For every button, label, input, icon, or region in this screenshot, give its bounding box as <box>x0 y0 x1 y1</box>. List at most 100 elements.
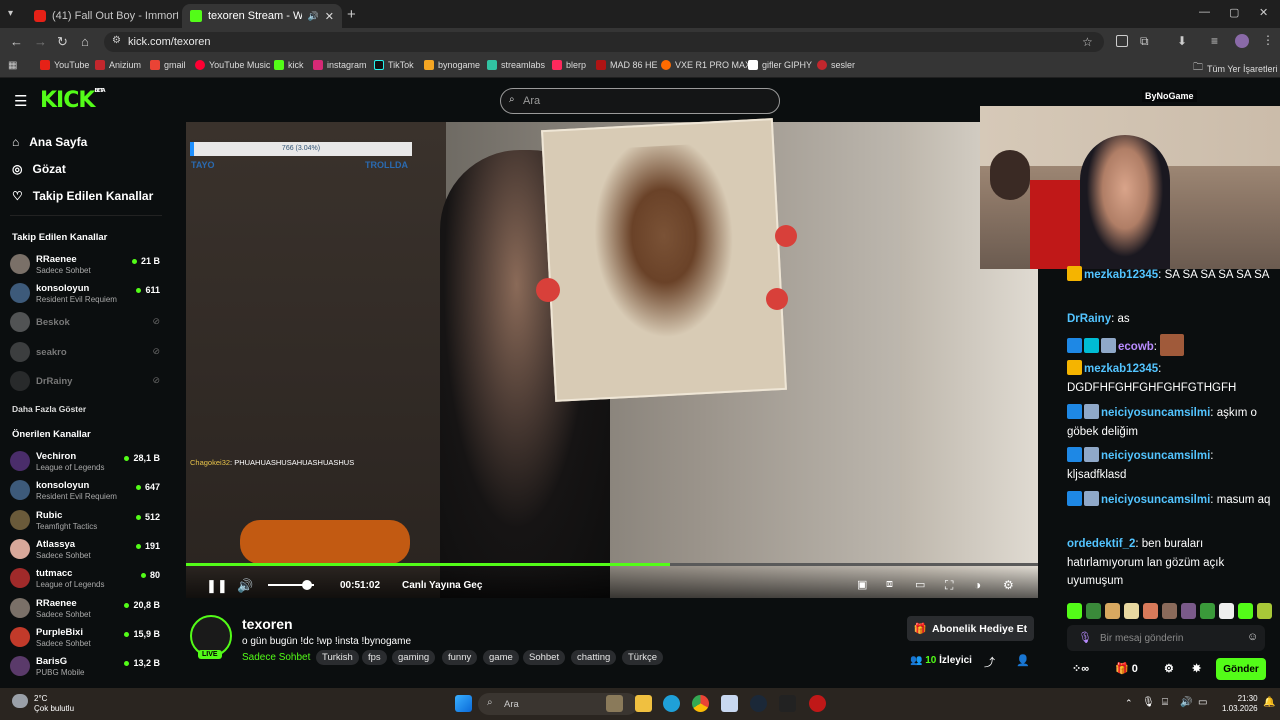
bookmark-youtube-music[interactable]: YouTube Music <box>195 60 270 70</box>
followed-channel[interactable]: DrRainy ⊘ <box>10 369 160 395</box>
bookmark-star-icon[interactable]: ☆ <box>1082 35 1093 49</box>
weather-icon[interactable] <box>12 694 28 708</box>
minimize-button[interactable]: — <box>1199 6 1210 18</box>
forward-icon[interactable]: → <box>34 34 47 49</box>
maximize-button[interactable]: ▢ <box>1229 6 1239 19</box>
share-icon[interactable]: ⤴ <box>984 654 995 670</box>
all-bookmarks[interactable]: 🗀 Tüm Yer İşaretleri <box>1193 60 1278 77</box>
speaker-icon[interactable]: 🔊 <box>308 11 319 22</box>
followed-channel[interactable]: seakro ⊘ <box>10 340 160 366</box>
tray-chevron-icon[interactable]: ⌃ <box>1125 698 1133 709</box>
profile-avatar[interactable] <box>1235 34 1249 48</box>
pause-button[interactable]: ❚❚ <box>206 578 228 594</box>
stream-tag[interactable]: Türkçe <box>622 650 664 665</box>
recommended-channel[interactable]: Rubic Teamfight Tactics 512 <box>10 508 160 534</box>
tray-microphone-icon[interactable]: 🎙 <box>1142 697 1155 708</box>
windows-start-icon[interactable] <box>455 695 472 712</box>
home-icon[interactable]: ⌂ <box>81 34 89 49</box>
bookmark-kick[interactable]: kick <box>274 60 304 70</box>
emoji-picker-icon[interactable]: ☺ <box>1247 631 1258 643</box>
url-field[interactable]: ⚙ kick.com/texoren <box>104 32 1104 52</box>
bookmark-anizium[interactable]: Anizium <box>95 60 141 70</box>
followed-channel[interactable]: konsoloyun Resident Evil Requiem 611 <box>10 281 160 307</box>
chat-message-input[interactable]: 🎙 Bir mesaj gönderin ☺ <box>1067 625 1265 651</box>
site-info-icon[interactable]: ⚙ <box>112 35 121 46</box>
bookmark-streamlabs[interactable]: streamlabs <box>487 60 545 70</box>
bookmark-tiktok[interactable]: TikTok <box>374 60 414 70</box>
stream-tag[interactable]: gaming <box>392 650 436 665</box>
channel-name[interactable]: texoren <box>242 616 293 632</box>
tray-battery-icon[interactable]: ▭ <box>1198 697 1207 708</box>
gift-subscription-button[interactable]: 🎁 Abonelik Hediye Et <box>907 616 1034 641</box>
stream-tag[interactable]: Sohbet <box>523 650 566 665</box>
gear-icon[interactable]: ⚙ <box>1003 578 1014 592</box>
followed-channel[interactable]: Beskok ⊘ <box>10 310 160 336</box>
downloads-icon[interactable]: ⬇ <box>1177 34 1187 48</box>
calculator-icon[interactable] <box>721 695 738 712</box>
emote-icon[interactable] <box>1200 603 1215 619</box>
hamburger-menu-icon[interactable]: ☰ <box>14 92 27 110</box>
task-view-icon[interactable] <box>606 695 623 712</box>
tab-kick[interactable]: texoren Stream - Watch Live 🔊 ✕ <box>182 4 342 28</box>
stream-tag[interactable]: Turkish <box>316 650 359 665</box>
sidebar-item-browse[interactable]: ◎ Gözat <box>12 162 66 176</box>
tab-list-icon[interactable]: ▾ <box>8 8 13 19</box>
reading-list-icon[interactable]: ≡ <box>1211 34 1218 48</box>
close-icon[interactable]: ✕ <box>325 10 334 23</box>
bookmark-giphy[interactable]: gifler GIPHY <box>748 60 812 70</box>
go-live-button[interactable]: Canlı Yayına Geç <box>402 580 482 591</box>
edge-icon[interactable] <box>663 695 680 712</box>
stream-category[interactable]: Sadece Sohbet <box>242 652 310 663</box>
weather-widget[interactable]: 2°C Çok bulutlu <box>34 694 74 714</box>
menu-icon[interactable]: ⋮ <box>1262 33 1274 47</box>
bookmark-mad86[interactable]: MAD 86 HE <box>596 60 658 70</box>
extensions-puzzle-icon[interactable]: ⧉ <box>1140 34 1149 49</box>
tray-network-icon[interactable]: ⌸ <box>1162 697 1168 708</box>
bookmark-sesler[interactable]: sesler <box>817 60 855 70</box>
steam-icon[interactable] <box>750 695 767 712</box>
follow-icon[interactable]: 👤 <box>1016 654 1030 667</box>
chrome-icon[interactable] <box>692 695 709 712</box>
bookmark-instagram[interactable]: instagram <box>313 60 367 70</box>
emote-icon[interactable] <box>1124 603 1139 619</box>
epic-games-icon[interactable] <box>779 695 796 712</box>
send-button[interactable]: Gönder <box>1216 658 1266 680</box>
stream-tag[interactable]: game <box>483 650 519 665</box>
bookmark-gmail[interactable]: gmail <box>150 60 186 70</box>
show-more-link[interactable]: Daha Fazla Göster <box>12 404 86 414</box>
stream-tag[interactable]: chatting <box>571 650 617 665</box>
volume-icon[interactable]: 🔊 <box>237 578 253 594</box>
search-input[interactable]: ⌕ Ara <box>500 88 780 114</box>
tray-volume-icon[interactable]: 🔊 <box>1180 697 1192 708</box>
bookmark-youtube[interactable]: YouTube <box>40 60 89 70</box>
followed-channel[interactable]: RRaenee Sadece Sohbet 21 B <box>10 252 160 278</box>
gear-icon[interactable]: ⚙ <box>1164 662 1174 675</box>
emote-icon[interactable] <box>1162 603 1177 619</box>
recommended-channel[interactable]: RRaenee Sadece Sohbet 20,8 B <box>10 596 160 622</box>
emote-icon[interactable] <box>1143 603 1158 619</box>
chat-settings-icon[interactable]: ✸ <box>1192 662 1201 675</box>
file-explorer-icon[interactable] <box>635 695 652 712</box>
emote-icon[interactable] <box>1086 603 1101 619</box>
app-icon[interactable] <box>809 695 826 712</box>
rewards-icon[interactable]: 🎁 0 <box>1115 662 1138 675</box>
bookmark-bynogame[interactable]: bynogame <box>424 60 480 70</box>
channel-points-icon[interactable]: ⁘∞ <box>1072 662 1089 675</box>
close-window-button[interactable]: ✕ <box>1259 6 1268 19</box>
taskbar-clock[interactable]: 21:30 1.03.2026 <box>1222 694 1258 714</box>
recommended-channel[interactable]: Atlassya Sadece Sohbet 191 <box>10 537 160 563</box>
kick-logo[interactable]: KICKBETA <box>40 88 106 113</box>
microphone-icon[interactable]: 🎙 <box>1078 631 1092 644</box>
stream-tag[interactable]: funny <box>442 650 478 665</box>
recommended-channel[interactable]: konsoloyun Resident Evil Requiem 647 <box>10 478 160 504</box>
emote-icon[interactable] <box>1105 603 1120 619</box>
bookmark-vxe[interactable]: VXE R1 PRO MAX <box>661 60 751 70</box>
bookmark-blerp[interactable]: blerp <box>552 60 586 70</box>
emote-icon[interactable] <box>1067 603 1082 619</box>
tab-youtube[interactable]: (41) Fall Out Boy - Immortals (fr ✕ <box>26 4 178 28</box>
sidebar-item-following[interactable]: ♡ Takip Edilen Kanallar <box>12 189 153 203</box>
miniplayer-icon[interactable]: ▣ <box>857 578 867 591</box>
notifications-icon[interactable]: 🔔 <box>1263 697 1275 708</box>
emote-icon[interactable] <box>1181 603 1196 619</box>
recommended-channel[interactable]: PurpleBixi Sadece Sohbet 15,9 B <box>10 625 160 651</box>
